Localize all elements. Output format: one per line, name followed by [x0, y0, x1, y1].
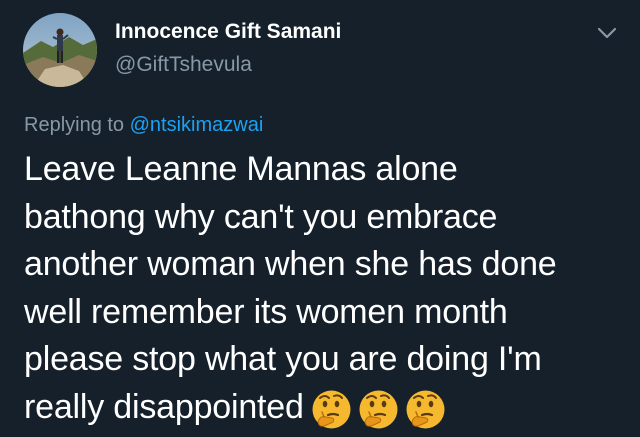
- display-name[interactable]: Innocence Gift Samani: [115, 20, 341, 44]
- thinking-face-icon: [310, 388, 353, 431]
- reply-context: Replying to @ntsikimazwai: [24, 114, 263, 137]
- tweet-card[interactable]: Innocence Gift Samani @GiftTshevula Repl…: [0, 0, 640, 437]
- thinking-face-icon: [357, 388, 400, 431]
- reply-prefix: Replying to: [24, 114, 125, 136]
- tweet-text-line: Leave Leanne Mannas alone: [24, 150, 458, 188]
- tweet-text-line: bathong why can't you embrace: [24, 197, 498, 236]
- tweet-text-last-line: really disappointed: [24, 384, 624, 433]
- tweet-text-line: well remember its women month: [24, 292, 508, 331]
- tweet-text-line: really disappointed: [24, 387, 304, 426]
- tweet-menu-button[interactable]: [596, 22, 618, 44]
- emoji-group: [310, 385, 451, 433]
- tweet-text-line: please stop what you are doing I'm: [24, 340, 542, 378]
- avatar-image: [23, 13, 97, 87]
- avatar[interactable]: [23, 13, 97, 87]
- reply-to-link[interactable]: @ntsikimazwai: [130, 114, 264, 136]
- tweet-text-line: another woman when she has done: [24, 245, 557, 283]
- thinking-face-icon: [404, 388, 447, 431]
- tweet-text: Leave Leanne Mannas alone bathong why ca…: [24, 146, 624, 432]
- chevron-down-icon: [597, 27, 617, 39]
- user-handle[interactable]: @GiftTshevula: [115, 53, 252, 77]
